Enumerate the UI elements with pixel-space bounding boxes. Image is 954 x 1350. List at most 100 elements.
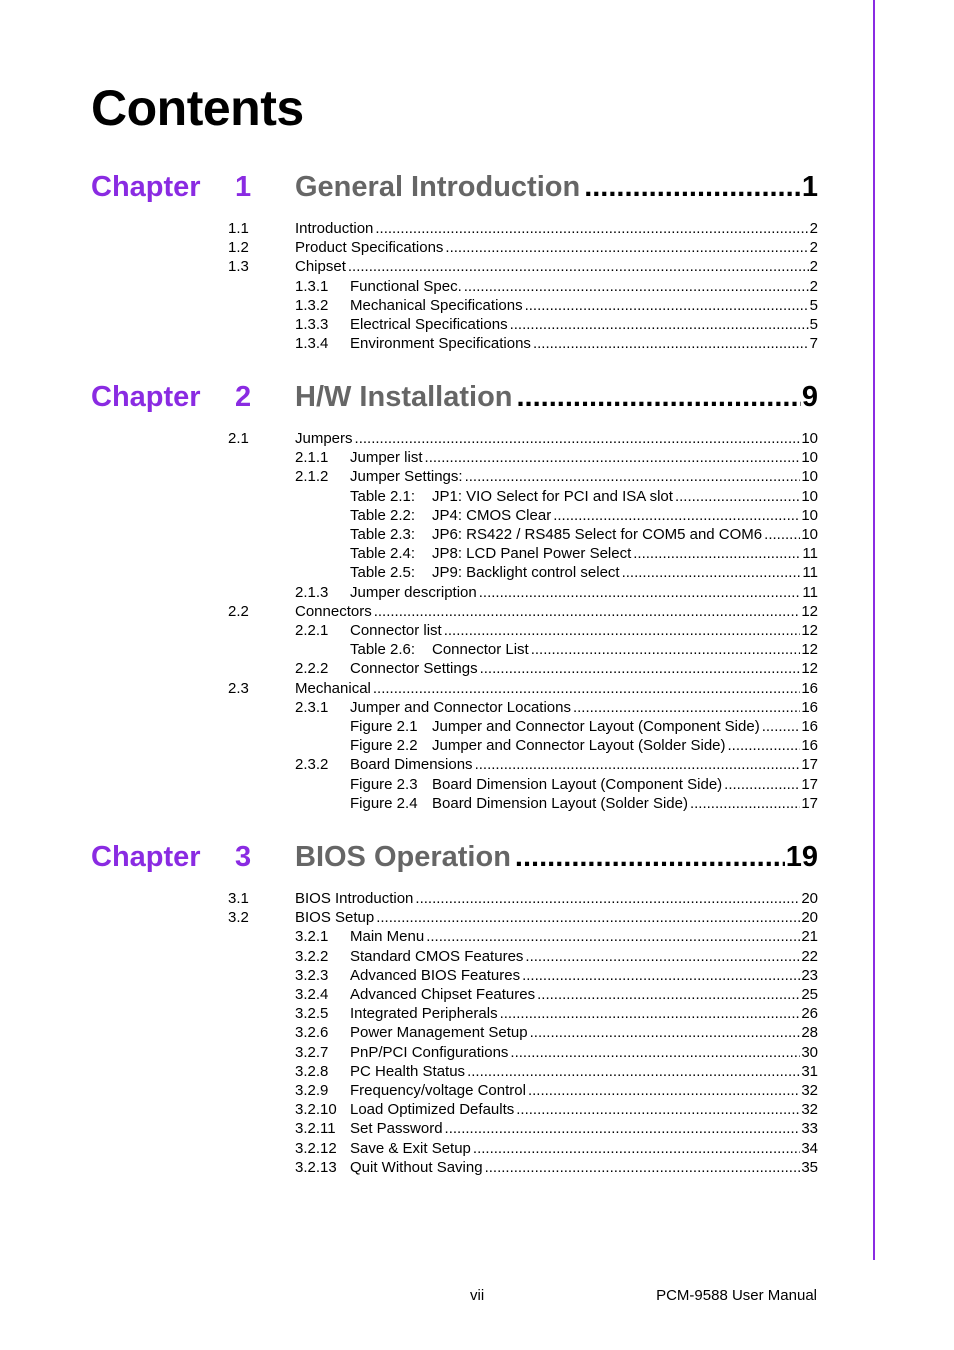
leader-dots <box>348 257 809 276</box>
entry-page: 28 <box>801 1024 818 1041</box>
chapter-page: 1 <box>801 171 818 203</box>
toc-entry[interactable]: 1.3.3 Electrical Specifications 5 <box>0 315 818 334</box>
toc-entry[interactable]: 2.2 Connectors 12 <box>0 602 818 621</box>
toc-entry[interactable]: 3.2.11 Set Password 33 <box>0 1119 818 1138</box>
entry-page: 20 <box>801 890 818 907</box>
toc-entry[interactable]: Table 2.3: JP6: RS422 / RS485 Select for … <box>0 525 818 544</box>
caption-label: Figure 2.2 <box>350 737 418 754</box>
entry-page: 12 <box>801 603 818 620</box>
toc-entry[interactable]: 3.2.7 PnP/PCI Configurations 30 <box>0 1043 818 1062</box>
toc-entry[interactable]: 1.2 Product Specifications 2 <box>0 238 818 257</box>
toc-entry[interactable]: 3.2.8 PC Health Status 31 <box>0 1062 818 1081</box>
chapter-heading[interactable]: Chapter 3 BIOS Operation 19 <box>91 837 818 877</box>
chapter-heading[interactable]: Chapter 1 General Introduction 1 <box>91 167 818 207</box>
toc-entry[interactable]: 3.1 BIOS Introduction 20 <box>0 889 818 908</box>
chapter-number: 2 <box>235 381 252 413</box>
entry-label: Jumper and Connector Layout (Solder Side… <box>432 737 726 754</box>
toc-entry[interactable]: 1.3.2 Mechanical Specifications 5 <box>0 296 818 315</box>
section-number: 2.2.1 <box>295 622 329 639</box>
caption-label: Table 2.5: <box>350 564 416 581</box>
toc-entry[interactable]: Table 2.6: Connector List 12 <box>0 640 818 659</box>
section-number: 3.2.5 <box>295 1005 329 1022</box>
toc-entry[interactable]: Table 2.5: JP9: Backlight control select 1… <box>0 563 818 582</box>
leader-dots <box>728 736 801 755</box>
entry-page: 34 <box>801 1140 818 1157</box>
entry-page: 35 <box>801 1159 818 1176</box>
toc-entry[interactable]: 3.2.13 Quit Without Saving 35 <box>0 1158 818 1177</box>
entry-page: 31 <box>801 1063 818 1080</box>
toc-entry[interactable]: 1.1 Introduction 2 <box>0 219 818 238</box>
leader-dots <box>533 334 809 353</box>
toc-entry[interactable]: 1.3.1 Functional Spec. 2 <box>0 277 818 296</box>
toc-entry[interactable]: Table 2.2: JP4: CMOS Clear 10 <box>0 506 818 525</box>
section-number: 3.2 <box>228 909 249 926</box>
toc-entry[interactable]: 2.3.1 Jumper and Connector Locations 16 <box>0 698 818 717</box>
section-number: 2.2.2 <box>295 660 329 677</box>
toc-entry[interactable]: Figure 2.4 Board Dimension Layout (Solder… <box>0 794 818 813</box>
toc-entry[interactable]: 2.2.1 Connector list 12 <box>0 621 818 640</box>
entry-label: JP9: Backlight control select <box>432 564 620 581</box>
chapter-word: Chapter <box>91 841 201 873</box>
leader-dots <box>584 167 801 207</box>
toc-entry[interactable]: 2.1.3 Jumper description 11 <box>0 583 818 602</box>
toc-entry[interactable]: 3.2.12 Save & Exit Setup 34 <box>0 1139 818 1158</box>
entry-label: Integrated Peripherals <box>350 1005 498 1022</box>
chapter-heading[interactable]: Chapter 2 H/W Installation 9 <box>91 377 818 417</box>
toc-entry[interactable]: 3.2.10 Load Optimized Defaults 32 <box>0 1100 818 1119</box>
chapter-title: BIOS Operation <box>295 841 511 873</box>
section-number: 1.3.3 <box>295 316 329 333</box>
toc-entry[interactable]: 2.3.2 Board Dimensions 17 <box>0 755 818 774</box>
toc-entry[interactable]: 3.2.1 Main Menu 21 <box>0 927 818 946</box>
toc-entry[interactable]: 3.2.2 Standard CMOS Features 22 <box>0 947 818 966</box>
toc-entry[interactable]: 2.1 Jumpers 10 <box>0 429 818 448</box>
section-number: 3.2.13 <box>295 1159 337 1176</box>
toc-entry[interactable]: Table 2.4: JP8: LCD Panel Power Select 11 <box>0 544 818 563</box>
section-number: 2.1.1 <box>295 449 329 466</box>
section-number: 3.2.4 <box>295 986 329 1003</box>
entry-page: 26 <box>801 1005 818 1022</box>
toc-entry[interactable]: 2.1.2 Jumper Settings: 10 <box>0 467 818 486</box>
toc-entry[interactable]: 1.3.4 Environment Specifications 7 <box>0 334 818 353</box>
toc-entry[interactable]: 1.3 Chipset 2 <box>0 257 818 276</box>
leader-dots <box>530 1023 801 1042</box>
toc-entry[interactable]: 3.2 BIOS Setup 20 <box>0 908 818 927</box>
toc-entry[interactable]: 2.3 Mechanical 16 <box>0 679 818 698</box>
entry-page: 16 <box>801 680 818 697</box>
entry-label: Jumper description <box>350 584 477 601</box>
chapter-page: 9 <box>801 381 818 413</box>
entry-label: Board Dimension Layout (Solder Side) <box>432 795 688 812</box>
toc-entry[interactable]: 3.2.5 Integrated Peripherals 26 <box>0 1004 818 1023</box>
toc-entry[interactable]: 3.2.3 Advanced BIOS Features 23 <box>0 966 818 985</box>
entry-label: Chipset <box>295 258 346 275</box>
entry-label: BIOS Introduction <box>295 890 414 907</box>
chapter-word: Chapter <box>91 171 201 203</box>
toc-entry[interactable]: 2.2.2 Connector Settings 12 <box>0 659 818 678</box>
leader-dots <box>633 544 801 563</box>
toc-entry[interactable]: 3.2.4 Advanced Chipset Features 25 <box>0 985 818 1004</box>
leader-dots <box>531 640 801 659</box>
entry-label: Electrical Specifications <box>350 316 508 333</box>
entry-page: 20 <box>801 909 818 926</box>
leader-dots <box>525 947 800 966</box>
footer-page-number: vii <box>470 1287 485 1304</box>
entry-page: 17 <box>801 756 818 773</box>
entry-label: Advanced Chipset Features <box>350 986 536 1003</box>
chapter-title: General Introduction <box>295 171 581 203</box>
toc-entry[interactable]: Figure 2.1 Jumper and Connector Layout (C… <box>0 717 818 736</box>
entry-label: Board Dimensions <box>350 756 473 773</box>
toc-entry[interactable]: Figure 2.3 Board Dimension Layout (Compon… <box>0 775 818 794</box>
toc-entry[interactable]: Table 2.1: JP1: VIO Select for PCI and IS… <box>0 487 818 506</box>
entry-page: 12 <box>801 622 818 639</box>
chapter-page: 19 <box>785 841 818 873</box>
toc-entry[interactable]: 2.1.1 Jumper list 10 <box>0 448 818 467</box>
entry-label: Jumper list <box>350 449 423 466</box>
entry-page: 17 <box>801 795 818 812</box>
leader-dots <box>355 429 801 448</box>
leader-dots <box>373 679 800 698</box>
chapter-title: H/W Installation <box>295 381 513 413</box>
toc-entry[interactable]: 3.2.6 Power Management Setup 28 <box>0 1023 818 1042</box>
toc-entry[interactable]: 3.2.9 Frequency/voltage Control 32 <box>0 1081 818 1100</box>
entry-label: Jumper Settings: <box>350 468 463 485</box>
toc-entry[interactable]: Figure 2.2 Jumper and Connector Layout (S… <box>0 736 818 755</box>
entry-label: Connector list <box>350 622 442 639</box>
